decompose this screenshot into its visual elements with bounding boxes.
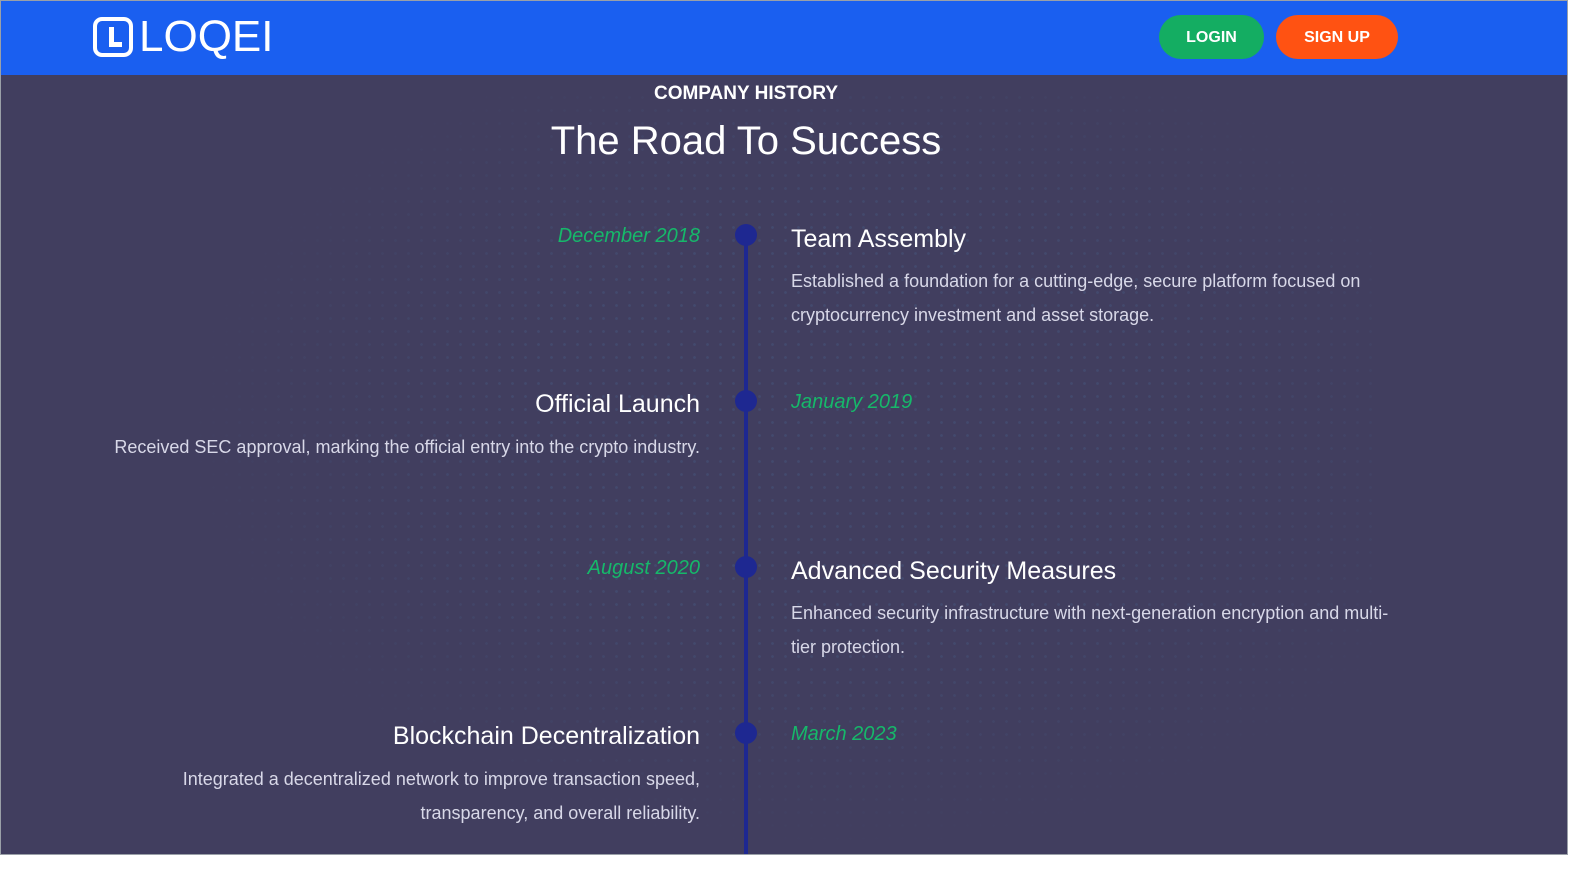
timeline-title: Team Assembly — [791, 225, 967, 253]
timeline-dot — [735, 224, 757, 246]
timeline-date: January 2019 — [791, 391, 913, 413]
timeline-description: Integrated a decentralized network to im… — [182, 769, 700, 823]
timeline-line — [744, 237, 748, 854]
timeline-date: August 2020 — [587, 557, 700, 579]
timeline-date: March 2023 — [791, 723, 897, 745]
login-button[interactable]: LOGIN — [1159, 15, 1264, 59]
logo-icon — [93, 17, 133, 57]
timeline-title: Advanced Security Measures — [791, 557, 1117, 585]
section-title: The Road To Success — [550, 119, 942, 163]
timeline-dot — [735, 556, 757, 578]
brand-logo[interactable]: LOQEI — [93, 13, 274, 61]
world-map-dot-pattern — [181, 91, 1381, 851]
timeline-dot — [735, 390, 757, 412]
page-frame: LOQEI LOGIN SIGN UP COMPANY HISTORY The … — [0, 0, 1568, 855]
timeline-description: Enhanced security infrastructure with ne… — [791, 603, 1389, 657]
section-eyebrow: COMPANY HISTORY — [653, 83, 839, 104]
timeline-description: Received SEC approval, marking the offic… — [114, 437, 700, 457]
timeline-title: Blockchain Decentralization — [392, 722, 700, 750]
top-navbar: LOQEI LOGIN SIGN UP — [1, 1, 1567, 75]
brand-name: LOQEI — [139, 12, 274, 61]
timeline-description: Established a foundation for a cutting-e… — [791, 271, 1361, 325]
timeline-title: Official Launch — [535, 390, 700, 418]
signup-button[interactable]: SIGN UP — [1276, 15, 1398, 59]
timeline-dot — [735, 722, 757, 744]
timeline-date: December 2018 — [557, 225, 700, 247]
